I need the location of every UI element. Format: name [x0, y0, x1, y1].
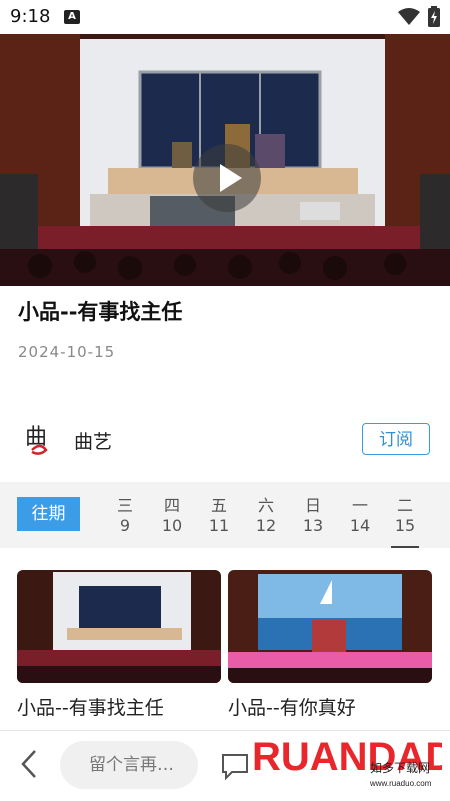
day-number: 12	[255, 516, 277, 535]
watermark-slogan: 如多下载网	[370, 760, 430, 775]
day-tab[interactable]: 四 10	[152, 492, 192, 535]
day-tab[interactable]: 三 9	[105, 492, 145, 535]
day-number: 14	[349, 516, 371, 535]
day-number: 11	[208, 516, 230, 535]
status-time: 9:18	[10, 6, 51, 27]
day-tab[interactable]: 五 11	[199, 492, 239, 535]
back-icon[interactable]	[18, 748, 40, 780]
episode-title[interactable]: 小品--有你真好	[228, 693, 356, 720]
day-weekday: 一	[351, 496, 368, 515]
wifi-icon	[398, 8, 420, 25]
comment-icon[interactable]	[220, 752, 250, 780]
status-bar: 9:18 A	[0, 0, 450, 34]
day-weekday: 日	[304, 496, 321, 515]
episode-thumbnail[interactable]	[228, 570, 432, 683]
day-number: 13	[302, 516, 324, 535]
day-tab[interactable]: 日 13	[293, 492, 333, 535]
day-weekday: 五	[210, 496, 227, 515]
channel-logo-icon[interactable]: 曲	[22, 420, 56, 458]
watermark-logo: RUANDADO 如多下载网 www.ruaduo.com	[252, 735, 442, 788]
episode-thumbnail-image	[228, 570, 432, 683]
watermark-url: www.ruaduo.com	[369, 779, 432, 788]
day-weekday: 二	[396, 496, 413, 515]
day-weekday: 三	[116, 496, 133, 515]
day-weekday: 四	[163, 496, 180, 515]
day-weekday: 六	[257, 496, 274, 515]
program-date: 2024-10-15	[18, 343, 116, 361]
subscribe-button[interactable]: 订阅	[362, 423, 430, 455]
program-title: 小品--有事找主任	[18, 300, 183, 324]
episode-title[interactable]: 小品--有事找主任	[17, 693, 164, 720]
day-number: 9	[119, 516, 131, 535]
day-tab[interactable]: 六 12	[246, 492, 286, 535]
channel-name[interactable]: 曲艺	[74, 427, 112, 454]
episode-thumbnail[interactable]	[17, 570, 221, 683]
day-number: 10	[161, 516, 183, 535]
video-player[interactable]	[0, 34, 450, 286]
battery-icon	[428, 6, 440, 27]
play-button[interactable]	[193, 144, 261, 212]
past-episodes-button[interactable]: 往期	[17, 497, 80, 531]
notification-icon: A	[64, 10, 80, 24]
day-tab[interactable]: 一 14	[340, 492, 380, 535]
episode-thumbnail-image	[17, 570, 221, 683]
day-tab-selected[interactable]: 二 15	[385, 492, 425, 535]
day-number: 15	[394, 516, 416, 535]
comment-input[interactable]: 留个言再…	[60, 741, 198, 789]
selected-day-indicator	[391, 546, 419, 548]
